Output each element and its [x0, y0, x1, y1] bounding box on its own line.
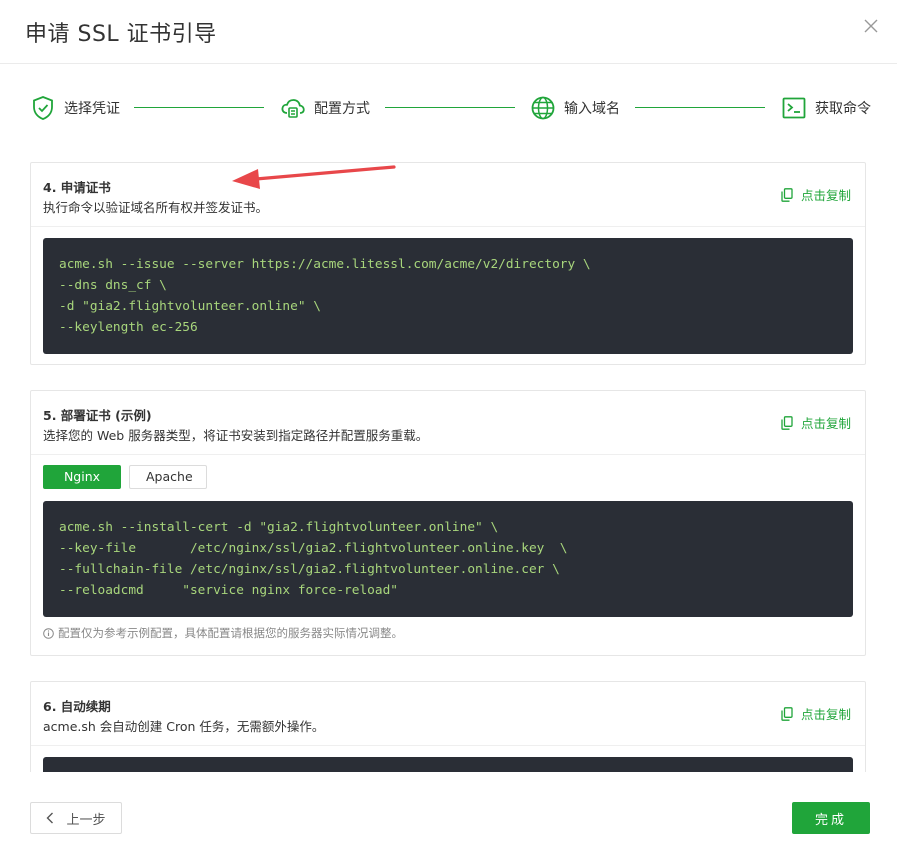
- step-select-credential[interactable]: 选择凭证: [30, 94, 120, 122]
- step-connector: [385, 107, 515, 108]
- code-block[interactable]: acme.sh --install-cert -d "gia2.flightvo…: [43, 501, 853, 617]
- terminal-icon: [781, 95, 807, 121]
- tab-apache[interactable]: Apache: [129, 465, 207, 489]
- step-label: 获取命令: [815, 101, 871, 117]
- section-description: 执行命令以验证域名所有权并签发证书。: [43, 200, 269, 215]
- copy-button[interactable]: 点击复制: [781, 413, 851, 432]
- section-description: acme.sh 会自动创建 Cron 任务，无需额外操作。: [43, 719, 325, 734]
- section-title: 6. 自动续期: [43, 699, 111, 714]
- close-icon[interactable]: [861, 16, 881, 36]
- wizard-steps: 选择凭证 配置方式 输入域名 获取命令: [0, 64, 897, 150]
- cloud-config-icon: [280, 95, 306, 121]
- step-config-method[interactable]: 配置方式: [280, 94, 370, 122]
- chevron-left-icon: [46, 812, 54, 824]
- section-title: 5. 部署证书 (示例): [43, 408, 152, 423]
- code-line: --dns dns_cf \: [59, 278, 167, 293]
- code-line: --key-file /etc/nginx/ssl/gia2.flightvol…: [59, 541, 568, 556]
- code-line: -d "gia2.flightvolunteer.online" \: [59, 299, 321, 314]
- step-connector: [134, 107, 264, 108]
- code-line: acme.sh --install-cert -d "gia2.flightvo…: [59, 520, 499, 535]
- copy-label: 点击复制: [800, 188, 851, 203]
- step-label: 选择凭证: [64, 101, 120, 117]
- done-button[interactable]: 完成: [792, 802, 870, 834]
- previous-step-button[interactable]: 上一步: [30, 802, 122, 834]
- shield-check-icon: [30, 95, 56, 121]
- info-icon: [43, 627, 54, 639]
- copy-icon: [781, 187, 793, 202]
- step-connector: [635, 107, 765, 108]
- note-text: 配置仅为参考示例配置，具体配置请根据您的服务器实际情况调整。: [58, 626, 403, 640]
- step-input-domain[interactable]: 输入域名: [530, 94, 620, 122]
- section-deploy-certificate: 5. 部署证书 (示例) 选择您的 Web 服务器类型，将证书安装到指定路径并配…: [30, 390, 866, 656]
- content-scroll-area[interactable]: 4. 申请证书 执行命令以验证域名所有权并签发证书。 点击复制 acme.sh …: [0, 150, 897, 772]
- code-line: --keylength ec-256: [59, 320, 198, 335]
- code-line: --fullchain-file /etc/nginx/ssl/gia2.fli…: [59, 562, 560, 577]
- globe-icon: [530, 95, 556, 121]
- copy-icon: [781, 415, 793, 430]
- dialog-header: 申请 SSL 证书引导: [0, 0, 897, 64]
- copy-label: 点击复制: [800, 416, 851, 431]
- dialog-footer: 上一步 完成: [0, 772, 897, 864]
- section-issue-certificate: 4. 申请证书 执行命令以验证域名所有权并签发证书。 点击复制 acme.sh …: [30, 162, 866, 365]
- server-type-tabs: Nginx Apache: [43, 465, 215, 489]
- code-line: --reloadcmd "service nginx force-reload": [59, 583, 398, 598]
- section-auto-renew: 6. 自动续期 acme.sh 会自动创建 Cron 任务，无需额外操作。 点击…: [30, 681, 866, 772]
- step-label: 输入域名: [564, 101, 620, 117]
- copy-button[interactable]: 点击复制: [781, 704, 851, 723]
- section-header: 6. 自动续期 acme.sh 会自动创建 Cron 任务，无需额外操作。 点击…: [31, 682, 865, 746]
- copy-icon: [781, 706, 793, 721]
- dialog-title: 申请 SSL 证书引导: [25, 22, 217, 47]
- code-block[interactable]: acme.sh --issue --server https://acme.li…: [43, 238, 853, 354]
- copy-button[interactable]: 点击复制: [781, 185, 851, 204]
- section-description: 选择您的 Web 服务器类型，将证书安装到指定路径并配置服务重载。: [43, 428, 429, 443]
- config-note: 配置仅为参考示例配置，具体配置请根据您的服务器实际情况调整。: [43, 625, 403, 641]
- step-label: 配置方式: [314, 101, 370, 117]
- section-header: 5. 部署证书 (示例) 选择您的 Web 服务器类型，将证书安装到指定路径并配…: [31, 391, 865, 455]
- code-block[interactable]: [43, 757, 853, 772]
- copy-label: 点击复制: [800, 707, 851, 722]
- tab-nginx[interactable]: Nginx: [43, 465, 121, 489]
- previous-step-label: 上一步: [66, 812, 106, 828]
- step-get-command[interactable]: 获取命令: [781, 94, 871, 122]
- code-line: acme.sh --issue --server https://acme.li…: [59, 257, 591, 272]
- section-title: 4. 申请证书: [43, 180, 111, 195]
- section-header: 4. 申请证书 执行命令以验证域名所有权并签发证书。 点击复制: [31, 163, 865, 227]
